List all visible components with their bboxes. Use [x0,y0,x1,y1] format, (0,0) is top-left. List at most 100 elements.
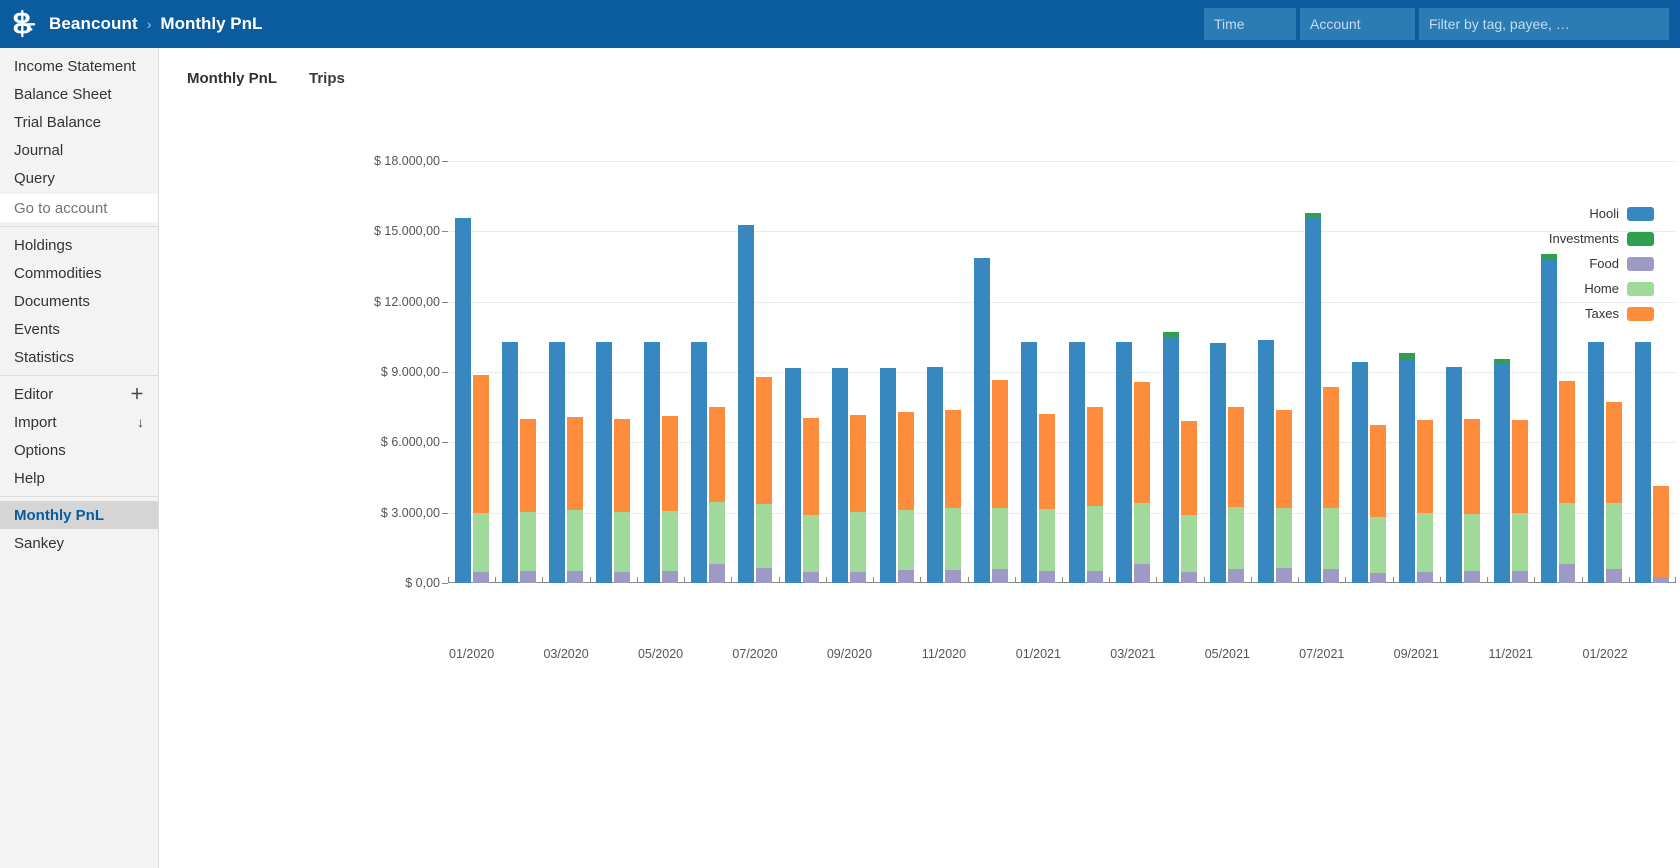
sidebar-item-events[interactable]: Events [0,315,158,343]
bar-segment-home[interactable] [1086,506,1103,571]
bar-segment-home[interactable] [1511,513,1528,572]
bar-segment-taxes[interactable] [1511,419,1528,514]
bar-segment-home[interactable] [756,504,772,568]
bar-segment-hooli[interactable] [1257,340,1274,583]
bar-group[interactable] [1210,161,1245,583]
bar-segment-taxes[interactable] [661,416,678,511]
income-bar[interactable] [501,341,518,583]
sidebar-item-help[interactable]: Help [0,464,158,492]
bar-segment-taxes[interactable] [1370,425,1386,518]
bar-segment-taxes[interactable] [519,418,536,512]
legend-color-swatch[interactable] [1627,206,1654,221]
bar-segment-taxes[interactable] [1322,387,1339,508]
income-bar[interactable] [1210,342,1227,583]
bar-segment-food[interactable] [803,572,820,583]
income-bar[interactable] [1635,341,1652,583]
bar-segment-hooli[interactable] [1304,217,1321,583]
income-bar[interactable] [1446,367,1463,583]
bar-segment-home[interactable] [897,510,914,570]
bar-segment-home[interactable] [1558,502,1575,565]
income-bar[interactable] [1304,213,1321,583]
bar-segment-hooli[interactable] [690,341,707,583]
expense-bar[interactable] [519,418,536,583]
expense-bar[interactable] [1606,402,1623,583]
expense-bar[interactable] [1228,407,1245,583]
bar-segment-food[interactable] [614,571,631,583]
bar-segment-taxes[interactable] [1275,409,1292,508]
bar-segment-home[interactable] [1039,509,1056,572]
bar-segment-taxes[interactable] [1228,407,1245,508]
expense-bar[interactable] [1039,413,1056,583]
legend-item-investments[interactable]: Investments [1549,231,1654,246]
income-bar[interactable] [738,225,754,583]
bar-group[interactable] [596,161,631,583]
bar-segment-taxes[interactable] [1606,402,1623,503]
sidebar-item-holdings[interactable]: Holdings [0,231,158,259]
bar-segment-food[interactable] [567,570,584,583]
expense-bar[interactable] [1181,420,1198,583]
bar-segment-hooli[interactable] [785,367,802,583]
expense-bar[interactable] [897,412,914,583]
bar-segment-home[interactable] [614,511,631,572]
bar-segment-taxes[interactable] [1653,485,1670,578]
bar-group[interactable] [643,161,678,583]
bar-segment-hooli[interactable] [1352,361,1368,583]
sidebar-item-query[interactable]: Query [0,164,158,192]
brand-name[interactable]: Beancount [49,14,138,34]
expense-bar[interactable] [1653,485,1670,583]
bar-segment-food[interactable] [1653,577,1670,583]
bar-group[interactable] [1352,161,1386,583]
bar-segment-hooli[interactable] [1446,367,1463,583]
expense-bar[interactable] [1086,407,1103,583]
legend-item-home[interactable]: Home [1584,281,1654,296]
bar-segment-food[interactable] [850,571,867,583]
bar-segment-investments[interactable] [1399,353,1416,361]
income-bar[interactable] [1257,340,1274,583]
sidebar-item-trial-balance[interactable]: Trial Balance [0,108,158,136]
bar-group[interactable] [501,161,536,583]
bar-segment-taxes[interactable] [756,376,772,505]
sidebar-item-editor[interactable]: Editor ＋ [0,380,158,408]
income-bar[interactable] [785,367,802,583]
bar-segment-food[interactable] [756,567,772,583]
tab-trips[interactable]: Trips [305,68,349,89]
bar-group[interactable] [1068,161,1103,583]
bar-segment-taxes[interactable] [1417,419,1434,514]
sidebar-item-journal[interactable]: Journal [0,136,158,164]
sidebar-item-monthly-pnl[interactable]: Monthly PnL [0,501,158,529]
expense-bar[interactable] [567,416,584,583]
bar-group[interactable] [1446,161,1481,583]
bar-segment-food[interactable] [944,569,961,583]
income-bar[interactable] [1021,341,1038,583]
bar-segment-home[interactable] [1322,507,1339,570]
income-bar[interactable] [643,341,660,583]
bar-group[interactable] [690,161,725,583]
bar-segment-home[interactable] [1228,507,1245,570]
bar-segment-home[interactable] [992,507,1009,569]
bar-segment-food[interactable] [708,564,725,583]
income-bar[interactable] [1588,341,1605,583]
bar-group[interactable] [454,161,489,583]
bar-segment-taxes[interactable] [850,414,867,513]
bar-segment-taxes[interactable] [897,412,914,511]
expense-bar[interactable] [1370,425,1386,583]
bar-group[interactable] [974,161,1009,583]
expense-bar[interactable] [1511,419,1528,583]
bar-segment-hooli[interactable] [643,341,660,583]
income-bar[interactable] [1163,332,1180,583]
bar-segment-food[interactable] [661,571,678,583]
bar-segment-food[interactable] [1133,564,1150,583]
go-to-account-input[interactable]: Go to account [0,194,158,222]
bar-segment-home[interactable] [1133,503,1150,565]
download-icon[interactable]: ↓ [137,414,144,430]
income-bar[interactable] [454,218,471,583]
bar-segment-home[interactable] [472,513,489,573]
bar-segment-food[interactable] [1511,571,1528,583]
bar-group[interactable] [879,161,914,583]
expense-bar[interactable] [708,406,725,583]
bar-segment-hooli[interactable] [1399,360,1416,583]
bar-segment-hooli[interactable] [596,341,613,583]
income-bar[interactable] [690,341,707,583]
bar-segment-food[interactable] [1370,573,1386,583]
income-bar[interactable] [1115,341,1132,583]
